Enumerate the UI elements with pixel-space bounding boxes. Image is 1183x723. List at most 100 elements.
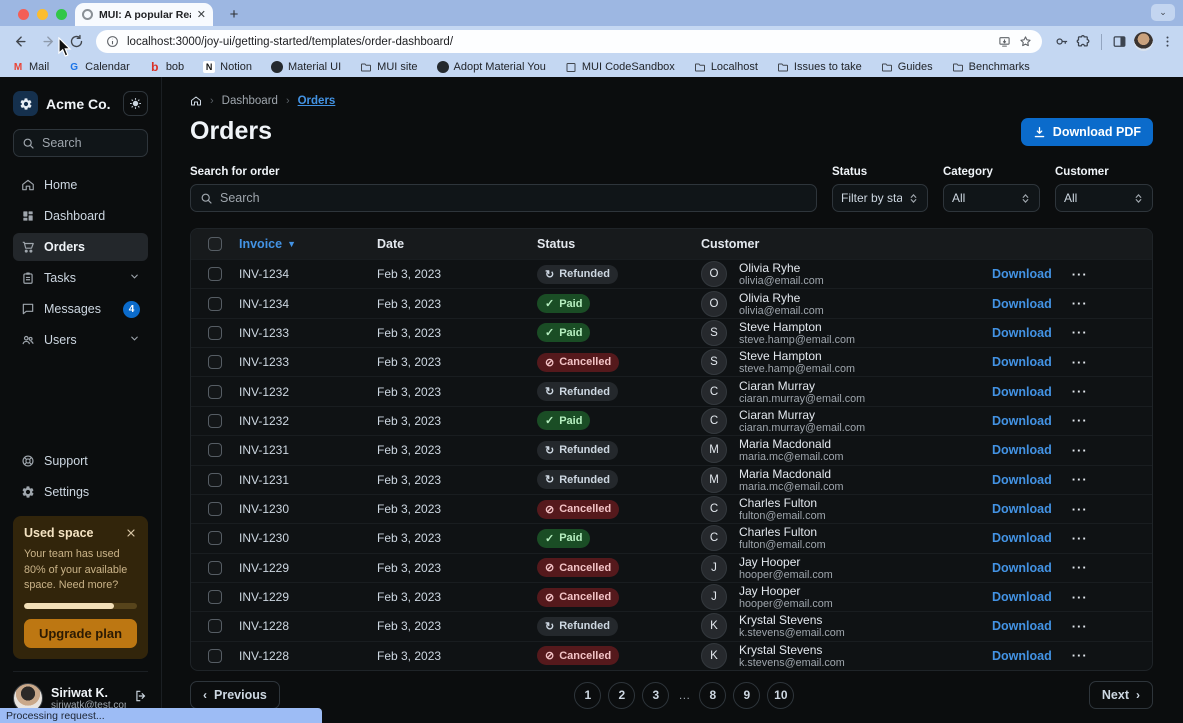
row-checkbox[interactable] [208, 561, 222, 575]
row-download-link[interactable]: Download [992, 590, 1052, 604]
sidebar-item-support[interactable]: Support [13, 447, 148, 475]
status-filter-select[interactable]: Filter by status [832, 184, 928, 212]
page-button-8[interactable]: 8 [699, 682, 726, 709]
row-download-link[interactable]: Download [992, 473, 1052, 487]
select-all-checkbox[interactable] [208, 237, 222, 251]
bookmark-item[interactable]: GCalendar [68, 61, 130, 73]
order-search-input[interactable] [190, 184, 817, 212]
sidebar-item-dashboard[interactable]: Dashboard [13, 202, 148, 230]
color-scheme-toggle-button[interactable] [123, 91, 148, 116]
bookmark-star-icon[interactable] [1019, 35, 1032, 48]
bookmark-item[interactable]: Issues to take [777, 61, 862, 73]
bookmark-item[interactable]: Localhost [694, 61, 758, 73]
bookmark-item[interactable]: Material UI [271, 61, 341, 73]
row-download-link[interactable]: Download [992, 649, 1052, 663]
category-filter-select[interactable]: All [943, 184, 1040, 212]
bookmark-item[interactable]: MMail [12, 61, 49, 73]
bookmark-item[interactable]: MUI CodeSandbox [565, 61, 675, 73]
row-menu-icon[interactable]: ··· [1072, 384, 1088, 399]
sidebar-item-tasks[interactable]: Tasks [13, 264, 148, 292]
row-checkbox[interactable] [208, 473, 222, 487]
bookmark-item[interactable]: MUI site [360, 61, 417, 73]
new-tab-button[interactable]: + [223, 3, 245, 25]
row-download-link[interactable]: Download [992, 619, 1052, 633]
window-close-button[interactable] [18, 9, 29, 20]
page-button-1[interactable]: 1 [574, 682, 601, 709]
sidebar-item-users[interactable]: Users [13, 326, 148, 354]
row-menu-icon[interactable]: ··· [1072, 355, 1088, 370]
row-menu-icon[interactable]: ··· [1072, 590, 1088, 605]
breadcrumb-dashboard[interactable]: Dashboard [222, 95, 278, 107]
row-download-link[interactable]: Download [992, 385, 1052, 399]
page-button-10[interactable]: 10 [767, 682, 794, 709]
row-checkbox[interactable] [208, 531, 222, 545]
sidebar-item-orders[interactable]: Orders [13, 233, 148, 261]
next-page-button[interactable]: Next › [1089, 681, 1153, 709]
password-manager-icon[interactable] [1054, 34, 1069, 49]
row-checkbox[interactable] [208, 649, 222, 663]
browser-tab[interactable]: MUI: A popular React UI fram ✕ [75, 3, 213, 26]
column-header-invoice[interactable]: Invoice▼ [239, 237, 377, 251]
row-checkbox[interactable] [208, 414, 222, 428]
row-menu-icon[interactable]: ··· [1072, 560, 1088, 575]
breadcrumb-orders[interactable]: Orders [298, 95, 336, 107]
address-bar[interactable]: localhost:3000/joy-ui/getting-started/te… [96, 30, 1042, 53]
row-menu-icon[interactable]: ··· [1072, 472, 1088, 487]
bookmark-item[interactable]: Benchmarks [952, 61, 1030, 73]
tab-close-icon[interactable]: ✕ [197, 8, 206, 21]
sidebar-search-field[interactable] [42, 136, 139, 150]
row-checkbox[interactable] [208, 502, 222, 516]
row-menu-icon[interactable]: ··· [1072, 531, 1088, 546]
row-checkbox[interactable] [208, 326, 222, 340]
side-panel-icon[interactable] [1112, 34, 1127, 49]
row-download-link[interactable]: Download [992, 561, 1052, 575]
row-menu-icon[interactable]: ··· [1072, 413, 1088, 428]
upgrade-plan-button[interactable]: Upgrade plan [24, 619, 137, 648]
browser-menu-icon[interactable] [1160, 34, 1175, 49]
bookmark-item[interactable]: NNotion [203, 61, 252, 73]
extensions-icon[interactable] [1076, 34, 1091, 49]
row-checkbox[interactable] [208, 267, 222, 281]
row-checkbox[interactable] [208, 443, 222, 457]
reload-button[interactable] [64, 30, 88, 54]
sidebar-item-settings[interactable]: Settings [13, 478, 148, 506]
row-download-link[interactable]: Download [992, 502, 1052, 516]
row-checkbox[interactable] [208, 355, 222, 369]
page-button-2[interactable]: 2 [608, 682, 635, 709]
bookmark-item[interactable]: Adopt Material You [437, 61, 546, 73]
bookmark-item[interactable]: Guides [881, 61, 933, 73]
row-download-link[interactable]: Download [992, 326, 1052, 340]
sidebar-search-input[interactable] [13, 129, 148, 157]
row-menu-icon[interactable]: ··· [1072, 267, 1088, 282]
logout-button[interactable] [134, 689, 148, 708]
brand-logo-icon[interactable] [13, 91, 38, 116]
row-menu-icon[interactable]: ··· [1072, 443, 1088, 458]
bookmark-item[interactable]: bbob [149, 61, 184, 73]
row-download-link[interactable]: Download [992, 531, 1052, 545]
back-button[interactable] [8, 30, 32, 54]
home-icon[interactable] [190, 95, 202, 107]
row-menu-icon[interactable]: ··· [1072, 648, 1088, 663]
url-text[interactable]: localhost:3000/joy-ui/getting-started/te… [127, 36, 990, 48]
row-download-link[interactable]: Download [992, 267, 1052, 281]
page-button-3[interactable]: 3 [642, 682, 669, 709]
customer-filter-select[interactable]: All [1055, 184, 1153, 212]
install-icon[interactable] [998, 35, 1011, 48]
site-info-icon[interactable] [106, 35, 119, 48]
download-pdf-button[interactable]: Download PDF [1021, 118, 1153, 146]
row-checkbox[interactable] [208, 297, 222, 311]
row-menu-icon[interactable]: ··· [1072, 325, 1088, 340]
row-menu-icon[interactable]: ··· [1072, 296, 1088, 311]
previous-page-button[interactable]: ‹ Previous [190, 681, 280, 709]
row-checkbox[interactable] [208, 619, 222, 633]
sidebar-item-messages[interactable]: Messages4 [13, 295, 148, 323]
forward-button[interactable] [36, 30, 60, 54]
order-search-field[interactable] [220, 191, 807, 205]
row-checkbox[interactable] [208, 385, 222, 399]
page-button-9[interactable]: 9 [733, 682, 760, 709]
window-minimize-button[interactable] [37, 9, 48, 20]
row-checkbox[interactable] [208, 590, 222, 604]
browser-profile-avatar[interactable] [1134, 32, 1153, 51]
row-download-link[interactable]: Download [992, 355, 1052, 369]
row-menu-icon[interactable]: ··· [1072, 619, 1088, 634]
